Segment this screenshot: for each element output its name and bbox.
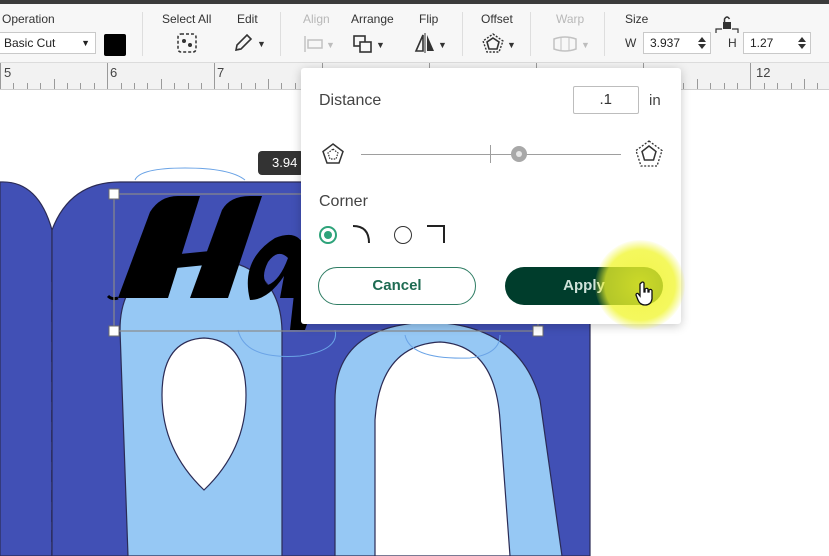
ruler-number: 5 (4, 65, 12, 80)
toolbar-divider (280, 12, 281, 56)
artwork-left-shape (0, 181, 53, 556)
select-all-icon[interactable] (176, 32, 198, 54)
toolbar-divider (462, 12, 463, 56)
chevron-down-icon: ▼ (81, 38, 90, 48)
resize-handle (532, 325, 544, 337)
color-swatch[interactable] (104, 34, 126, 56)
ruler-number: 6 (110, 65, 118, 80)
arrange-icon[interactable] (352, 33, 374, 55)
artwork-cutout (374, 341, 511, 556)
operation-label: Operation (2, 12, 55, 26)
width-input[interactable]: 3.937 (643, 32, 711, 54)
size-label: Size (625, 12, 649, 26)
ruler-number: 7 (217, 65, 225, 80)
dimension-badge: 3.94 (258, 151, 304, 175)
edit-toolbar: Operation Basic Cut ▼ Select All Edit ▼ … (0, 4, 829, 63)
warp-icon (553, 36, 577, 52)
toolbar-divider (604, 12, 605, 56)
chevron-down-icon[interactable]: ▼ (376, 40, 385, 50)
rounded-corner-icon (352, 225, 370, 244)
height-input[interactable]: 1.27 (743, 32, 811, 54)
height-prefix: H (728, 36, 737, 50)
operation-select[interactable]: Basic Cut ▼ (0, 32, 96, 54)
width-value: 3.937 (650, 36, 681, 50)
select-all-label: Select All (162, 12, 212, 26)
chevron-down-icon[interactable]: ▼ (257, 39, 266, 49)
distance-slider-tick (490, 145, 491, 163)
toolbar-divider (530, 12, 531, 56)
chevron-down-icon[interactable]: ▼ (507, 40, 516, 50)
stepper-icon[interactable] (697, 35, 707, 51)
toolbar-divider (142, 12, 143, 56)
offset-icon[interactable] (481, 32, 505, 54)
stepper-icon[interactable] (797, 35, 807, 51)
resize-handle (108, 325, 120, 337)
hand-cursor-icon (635, 281, 653, 306)
cancel-button[interactable]: Cancel (318, 267, 476, 305)
width-prefix: W (625, 36, 637, 50)
offset-label: Offset (481, 12, 513, 26)
edit-label: Edit (237, 12, 258, 26)
chevron-down-icon: ▼ (581, 40, 590, 50)
pencil-icon[interactable] (232, 32, 254, 54)
warp-label: Warp (556, 12, 585, 26)
distance-unit: in (649, 92, 661, 109)
operation-value: Basic Cut (4, 36, 56, 50)
distance-input[interactable]: .1 (573, 86, 639, 114)
chevron-down-icon[interactable]: ▼ (438, 40, 447, 50)
distance-slider-track[interactable] (361, 154, 621, 155)
square-corner-icon (427, 225, 445, 243)
arrange-label: Arrange (351, 12, 394, 26)
align-icon (304, 36, 323, 52)
lock-icon[interactable] (714, 15, 740, 35)
distance-label: Distance (319, 92, 382, 109)
ruler-number: 12 (756, 65, 771, 80)
height-value: 1.27 (750, 36, 774, 50)
small-offset-icon (322, 143, 344, 164)
flip-label: Flip (419, 12, 439, 26)
flip-icon[interactable] (413, 32, 437, 54)
offset-outline (134, 167, 246, 181)
large-offset-icon (635, 140, 663, 167)
resize-handle (108, 188, 120, 200)
corner-square-radio[interactable] (394, 226, 412, 244)
chevron-down-icon: ▼ (326, 40, 335, 50)
corner-rounded-radio[interactable] (319, 226, 337, 244)
align-label: Align (303, 12, 330, 26)
distance-slider-knob[interactable] (511, 146, 527, 162)
corner-label: Corner (319, 193, 368, 210)
